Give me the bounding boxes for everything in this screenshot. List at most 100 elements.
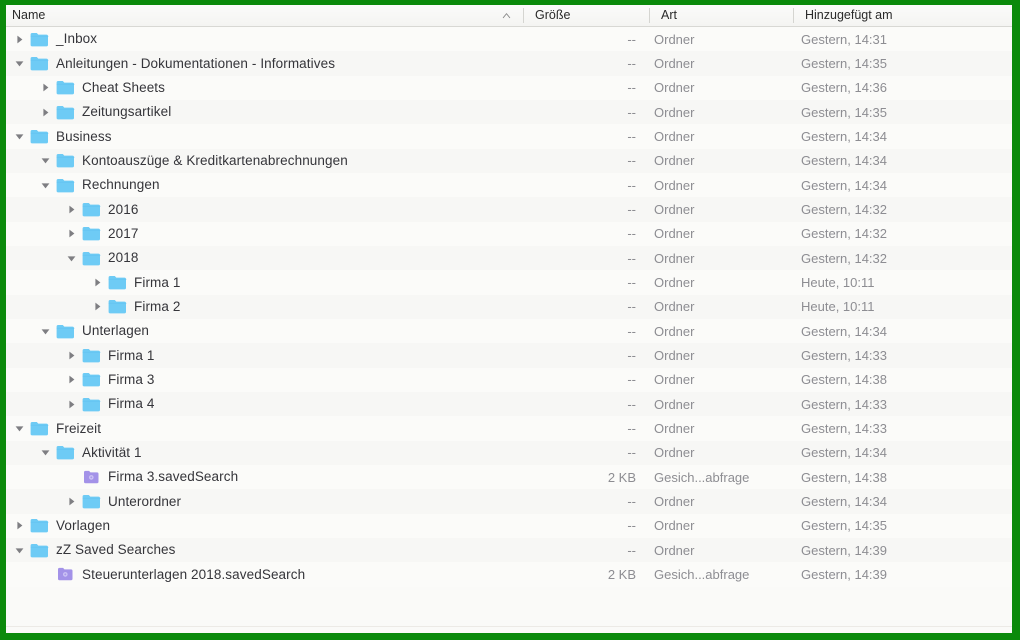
table-row[interactable]: Firma 3.savedSearch 2 KB Gesich...abfrage G… bbox=[6, 464, 1012, 490]
table-row[interactable]: Rechnungen -- Ordner Gestern, 14:34 bbox=[6, 172, 1012, 198]
folder-icon bbox=[30, 32, 49, 47]
row-name-cell[interactable]: Freizeit bbox=[14, 416, 101, 440]
column-divider-1[interactable] bbox=[523, 8, 524, 23]
disclosure-triangle-expanded-icon[interactable] bbox=[14, 545, 25, 556]
table-row[interactable]: 2017 -- Ordner Gestern, 14:32 bbox=[6, 221, 1012, 246]
row-name-cell[interactable]: Firma 4 bbox=[66, 392, 154, 416]
table-row[interactable]: Steuerunterlagen 2018.savedSearch 2 KB Ges… bbox=[6, 562, 1012, 587]
disclosure-triangle-collapsed-icon[interactable] bbox=[66, 496, 77, 507]
row-kind-cell: Ordner bbox=[654, 493, 695, 509]
column-divider-2[interactable] bbox=[649, 8, 650, 23]
disclosure-triangle-expanded-icon[interactable] bbox=[66, 253, 77, 264]
row-size-cell: -- bbox=[627, 104, 636, 120]
file-list[interactable]: _Inbox -- Ordner Gestern, 14:31 Anleitungen … bbox=[6, 27, 1012, 633]
row-name-cell[interactable]: 2017 bbox=[66, 222, 138, 246]
table-row[interactable]: 2016 -- Ordner Gestern, 14:32 bbox=[6, 197, 1012, 222]
disclosure-triangle-collapsed-icon[interactable] bbox=[92, 301, 103, 312]
row-name-cell[interactable]: Business bbox=[14, 124, 112, 148]
table-row[interactable]: Vorlagen -- Ordner Gestern, 14:35 bbox=[6, 513, 1012, 538]
folder-icon bbox=[108, 299, 127, 314]
disclosure-triangle-collapsed-icon[interactable] bbox=[66, 204, 77, 215]
row-name-cell[interactable]: zZ Saved Searches bbox=[14, 538, 176, 562]
table-row[interactable]: Firma 1 -- Ordner Gestern, 14:33 bbox=[6, 343, 1012, 368]
disclosure-triangle-expanded-icon[interactable] bbox=[40, 447, 51, 458]
row-name-cell[interactable]: Aktivität 1 bbox=[40, 441, 142, 465]
disclosure-triangle-collapsed-icon[interactable] bbox=[66, 374, 77, 385]
disclosure-triangle-expanded-icon[interactable] bbox=[14, 58, 25, 69]
row-size-cell: -- bbox=[627, 201, 636, 217]
saved-search-icon bbox=[56, 567, 75, 582]
folder-icon bbox=[56, 105, 75, 120]
table-row[interactable]: _Inbox -- Ordner Gestern, 14:31 bbox=[6, 27, 1012, 52]
table-row[interactable]: Zeitungsartikel -- Ordner Gestern, 14:35 bbox=[6, 99, 1012, 125]
table-row[interactable]: Aktivität 1 -- Ordner Gestern, 14:34 bbox=[6, 440, 1012, 465]
row-name-label: Unterlagen bbox=[82, 323, 150, 339]
disclosure-triangle-expanded-icon[interactable] bbox=[40, 326, 51, 337]
disclosure-triangle-collapsed-icon[interactable] bbox=[14, 34, 25, 45]
row-name-label: zZ Saved Searches bbox=[56, 542, 176, 558]
row-name-cell[interactable]: Firma 1 bbox=[66, 343, 154, 367]
table-row[interactable]: Firma 1 -- Ordner Heute, 10:11 bbox=[6, 270, 1012, 295]
disclosure-triangle-expanded-icon[interactable] bbox=[40, 155, 51, 166]
table-row[interactable]: zZ Saved Searches -- Ordner Gestern, 14:39 bbox=[6, 537, 1012, 563]
table-row[interactable]: Anleitungen - Dokumentationen - Informat… bbox=[6, 51, 1012, 76]
column-header-name[interactable]: Name bbox=[12, 5, 45, 26]
disclosure-triangle-expanded-icon[interactable] bbox=[14, 131, 25, 142]
row-date-added-cell: Heute, 10:11 bbox=[801, 299, 875, 315]
row-name-cell[interactable]: 2016 bbox=[66, 197, 138, 221]
row-name-cell[interactable]: Vorlagen bbox=[14, 514, 110, 538]
row-size-cell: -- bbox=[627, 396, 636, 412]
folder-icon bbox=[108, 275, 127, 290]
disclosure-triangle-collapsed-icon[interactable] bbox=[66, 350, 77, 361]
disclosure-triangle-collapsed-icon[interactable] bbox=[92, 277, 103, 288]
table-row[interactable]: Unterordner -- Ordner Gestern, 14:34 bbox=[6, 489, 1012, 514]
row-name-cell[interactable]: _Inbox bbox=[14, 27, 97, 51]
table-row[interactable]: 2018 -- Ordner Gestern, 14:32 bbox=[6, 245, 1012, 271]
row-name-cell[interactable]: Kontoauszüge & Kreditkartenabrechnungen bbox=[40, 149, 348, 173]
row-name-cell[interactable]: Cheat Sheets bbox=[40, 76, 165, 100]
row-name-cell[interactable]: Unterordner bbox=[66, 489, 181, 513]
row-size-cell: -- bbox=[627, 226, 636, 242]
table-row[interactable]: Kontoauszüge & Kreditkartenabrechnungen -… bbox=[6, 148, 1012, 173]
row-date-added-cell: Gestern, 14:33 bbox=[801, 396, 887, 412]
disclosure-triangle-collapsed-icon[interactable] bbox=[14, 520, 25, 531]
row-name-label: 2016 bbox=[108, 201, 139, 217]
row-name-cell[interactable]: 2018 bbox=[66, 246, 138, 270]
row-name-cell[interactable]: Anleitungen - Dokumentationen - Informat… bbox=[14, 51, 335, 75]
column-header-date-added[interactable]: Hinzugefügt am bbox=[805, 5, 893, 26]
table-row[interactable]: Freizeit -- Ordner Gestern, 14:33 bbox=[6, 416, 1012, 441]
row-name-cell[interactable]: Firma 3 bbox=[66, 368, 154, 392]
row-name-cell[interactable]: Unterlagen bbox=[40, 319, 149, 343]
table-row[interactable]: Business -- Ordner Gestern, 14:34 bbox=[6, 124, 1012, 149]
table-row[interactable]: Firma 2 -- Ordner Heute, 10:11 bbox=[6, 294, 1012, 319]
disclosure-triangle-expanded-icon[interactable] bbox=[40, 180, 51, 191]
row-kind-cell: Ordner bbox=[654, 445, 695, 461]
disclosure-triangle-collapsed-icon[interactable] bbox=[66, 399, 77, 410]
disclosure-triangle-collapsed-icon[interactable] bbox=[40, 107, 51, 118]
table-row[interactable]: Unterlagen -- Ordner Gestern, 14:34 bbox=[6, 318, 1012, 344]
row-name-label: Firma 3.savedSearch bbox=[108, 469, 239, 485]
row-name-cell[interactable]: Firma 1 bbox=[92, 270, 180, 294]
table-row[interactable]: Cheat Sheets -- Ordner Gestern, 14:36 bbox=[6, 75, 1012, 100]
row-name-cell[interactable]: Firma 3.savedSearch bbox=[66, 465, 238, 489]
table-row[interactable]: Firma 3 -- Ordner Gestern, 14:38 bbox=[6, 367, 1012, 392]
row-size-cell: -- bbox=[627, 250, 636, 266]
row-name-cell[interactable]: Steuerunterlagen 2018.savedSearch bbox=[40, 562, 305, 586]
disclosure-triangle-collapsed-icon[interactable] bbox=[66, 228, 77, 239]
chevron-up-icon[interactable] bbox=[501, 11, 512, 20]
row-name-label: Zeitungsartikel bbox=[82, 104, 172, 120]
row-size-cell: -- bbox=[627, 55, 636, 71]
row-date-added-cell: Gestern, 14:34 bbox=[801, 153, 887, 169]
row-name-cell[interactable]: Rechnungen bbox=[40, 173, 160, 197]
row-name-label: _Inbox bbox=[56, 31, 98, 47]
column-divider-3[interactable] bbox=[793, 8, 794, 23]
disclosure-triangle-expanded-icon[interactable] bbox=[14, 423, 25, 434]
disclosure-triangle-collapsed-icon[interactable] bbox=[40, 82, 51, 93]
folder-icon bbox=[82, 494, 101, 509]
row-name-cell[interactable]: Firma 2 bbox=[92, 295, 180, 319]
row-name-cell[interactable]: Zeitungsartikel bbox=[40, 100, 171, 124]
row-size-cell: -- bbox=[627, 493, 636, 509]
column-header-size[interactable]: Größe bbox=[535, 5, 570, 26]
column-header-kind[interactable]: Art bbox=[661, 5, 677, 26]
table-row[interactable]: Firma 4 -- Ordner Gestern, 14:33 bbox=[6, 391, 1012, 417]
